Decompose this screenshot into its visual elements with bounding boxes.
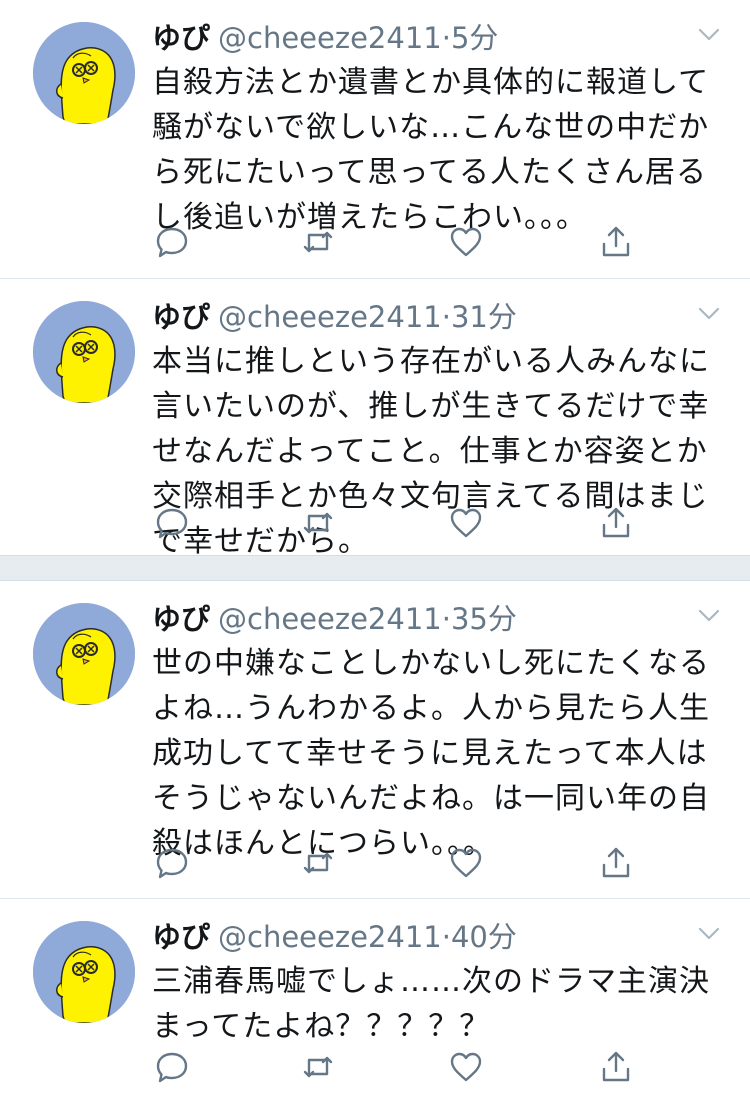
display-name[interactable]: ゆぴ (152, 21, 210, 55)
avatar[interactable] (33, 301, 135, 403)
timestamp[interactable]: 35分 (451, 602, 517, 636)
timestamp[interactable]: 5分 (451, 21, 498, 55)
chevron-down-icon[interactable] (698, 307, 720, 321)
tweet-actions (150, 1049, 650, 1089)
timestamp[interactable]: 31分 (451, 300, 517, 334)
tweet-header: ゆぴ @cheeeze2411·5分 (152, 16, 498, 60)
tweet[interactable]: ゆぴ @cheeeze2411·35分 世の中嫌なことしかないし死にたくなるよね…… (0, 581, 750, 897)
separator-dot: · (441, 21, 451, 55)
display-name[interactable]: ゆぴ (152, 602, 210, 636)
user-handle[interactable]: @cheeeze2411 (218, 300, 442, 334)
share-icon[interactable] (598, 505, 634, 541)
avatar[interactable] (33, 921, 135, 1023)
tweet-text: 世の中嫌なことしかないし死にたくなるよね…うんわかるよ。人から見たら人生成功して… (152, 646, 710, 861)
tweet[interactable]: ゆぴ @cheeeze2411·5分 自殺方法とか遺書とか具体的に報道して騒がない… (0, 0, 750, 278)
share-icon[interactable] (598, 224, 634, 260)
user-handle[interactable]: @cheeeze2411 (218, 21, 442, 55)
display-name[interactable]: ゆぴ (152, 920, 210, 954)
tweet-actions (150, 505, 650, 545)
retweet-icon[interactable] (300, 505, 336, 541)
conversation-separator (0, 555, 750, 581)
separator-dot: · (441, 602, 451, 636)
retweet-icon[interactable] (300, 224, 336, 260)
tweet-header: ゆぴ @cheeeze2411·35分 (152, 597, 517, 641)
tweet-header: ゆぴ @cheeeze2411·40分 (152, 915, 517, 959)
reply-icon[interactable] (154, 224, 190, 260)
chick-avatar-image (33, 301, 135, 403)
retweet-icon[interactable] (300, 1049, 336, 1085)
tweet-text: 三浦春馬嘘でしょ……次のドラマ主演決まってたよね？？？？？ (152, 964, 710, 1044)
share-icon[interactable] (598, 1049, 634, 1085)
avatar[interactable] (33, 22, 135, 124)
reply-icon[interactable] (154, 505, 190, 541)
chevron-down-icon[interactable] (698, 28, 720, 42)
share-icon[interactable] (598, 845, 634, 881)
user-handle[interactable]: @cheeeze2411 (218, 920, 442, 954)
tweet-text: 自殺方法とか遺書とか具体的に報道して騒がないで欲しいな…こんな世の中だから死にた… (152, 65, 710, 235)
timestamp[interactable]: 40分 (451, 920, 517, 954)
reply-icon[interactable] (154, 845, 190, 881)
reply-icon[interactable] (154, 1049, 190, 1085)
retweet-icon[interactable] (300, 845, 336, 881)
tweet-actions (150, 224, 650, 264)
chick-avatar-image (33, 22, 135, 124)
heart-icon[interactable] (448, 224, 484, 260)
tweet[interactable]: ゆぴ @cheeeze2411·31分 本当に推しという存在がいる人みんなに言いた… (0, 279, 750, 559)
heart-icon[interactable] (448, 505, 484, 541)
chevron-down-icon[interactable] (698, 609, 720, 623)
heart-icon[interactable] (448, 845, 484, 881)
chevron-down-icon[interactable] (698, 927, 720, 941)
separator-dot: · (441, 920, 451, 954)
chick-avatar-image (33, 921, 135, 1023)
separator-dot: · (441, 300, 451, 334)
user-handle[interactable]: @cheeeze2411 (218, 602, 442, 636)
chick-avatar-image (33, 603, 135, 705)
tweet-header: ゆぴ @cheeeze2411·31分 (152, 295, 517, 339)
display-name[interactable]: ゆぴ (152, 300, 210, 334)
tweet-actions (150, 845, 650, 885)
avatar[interactable] (33, 603, 135, 705)
tweet[interactable]: ゆぴ @cheeeze2411·40分 三浦春馬嘘でしょ……次のドラマ主演決まって… (0, 899, 750, 1101)
heart-icon[interactable] (448, 1049, 484, 1085)
